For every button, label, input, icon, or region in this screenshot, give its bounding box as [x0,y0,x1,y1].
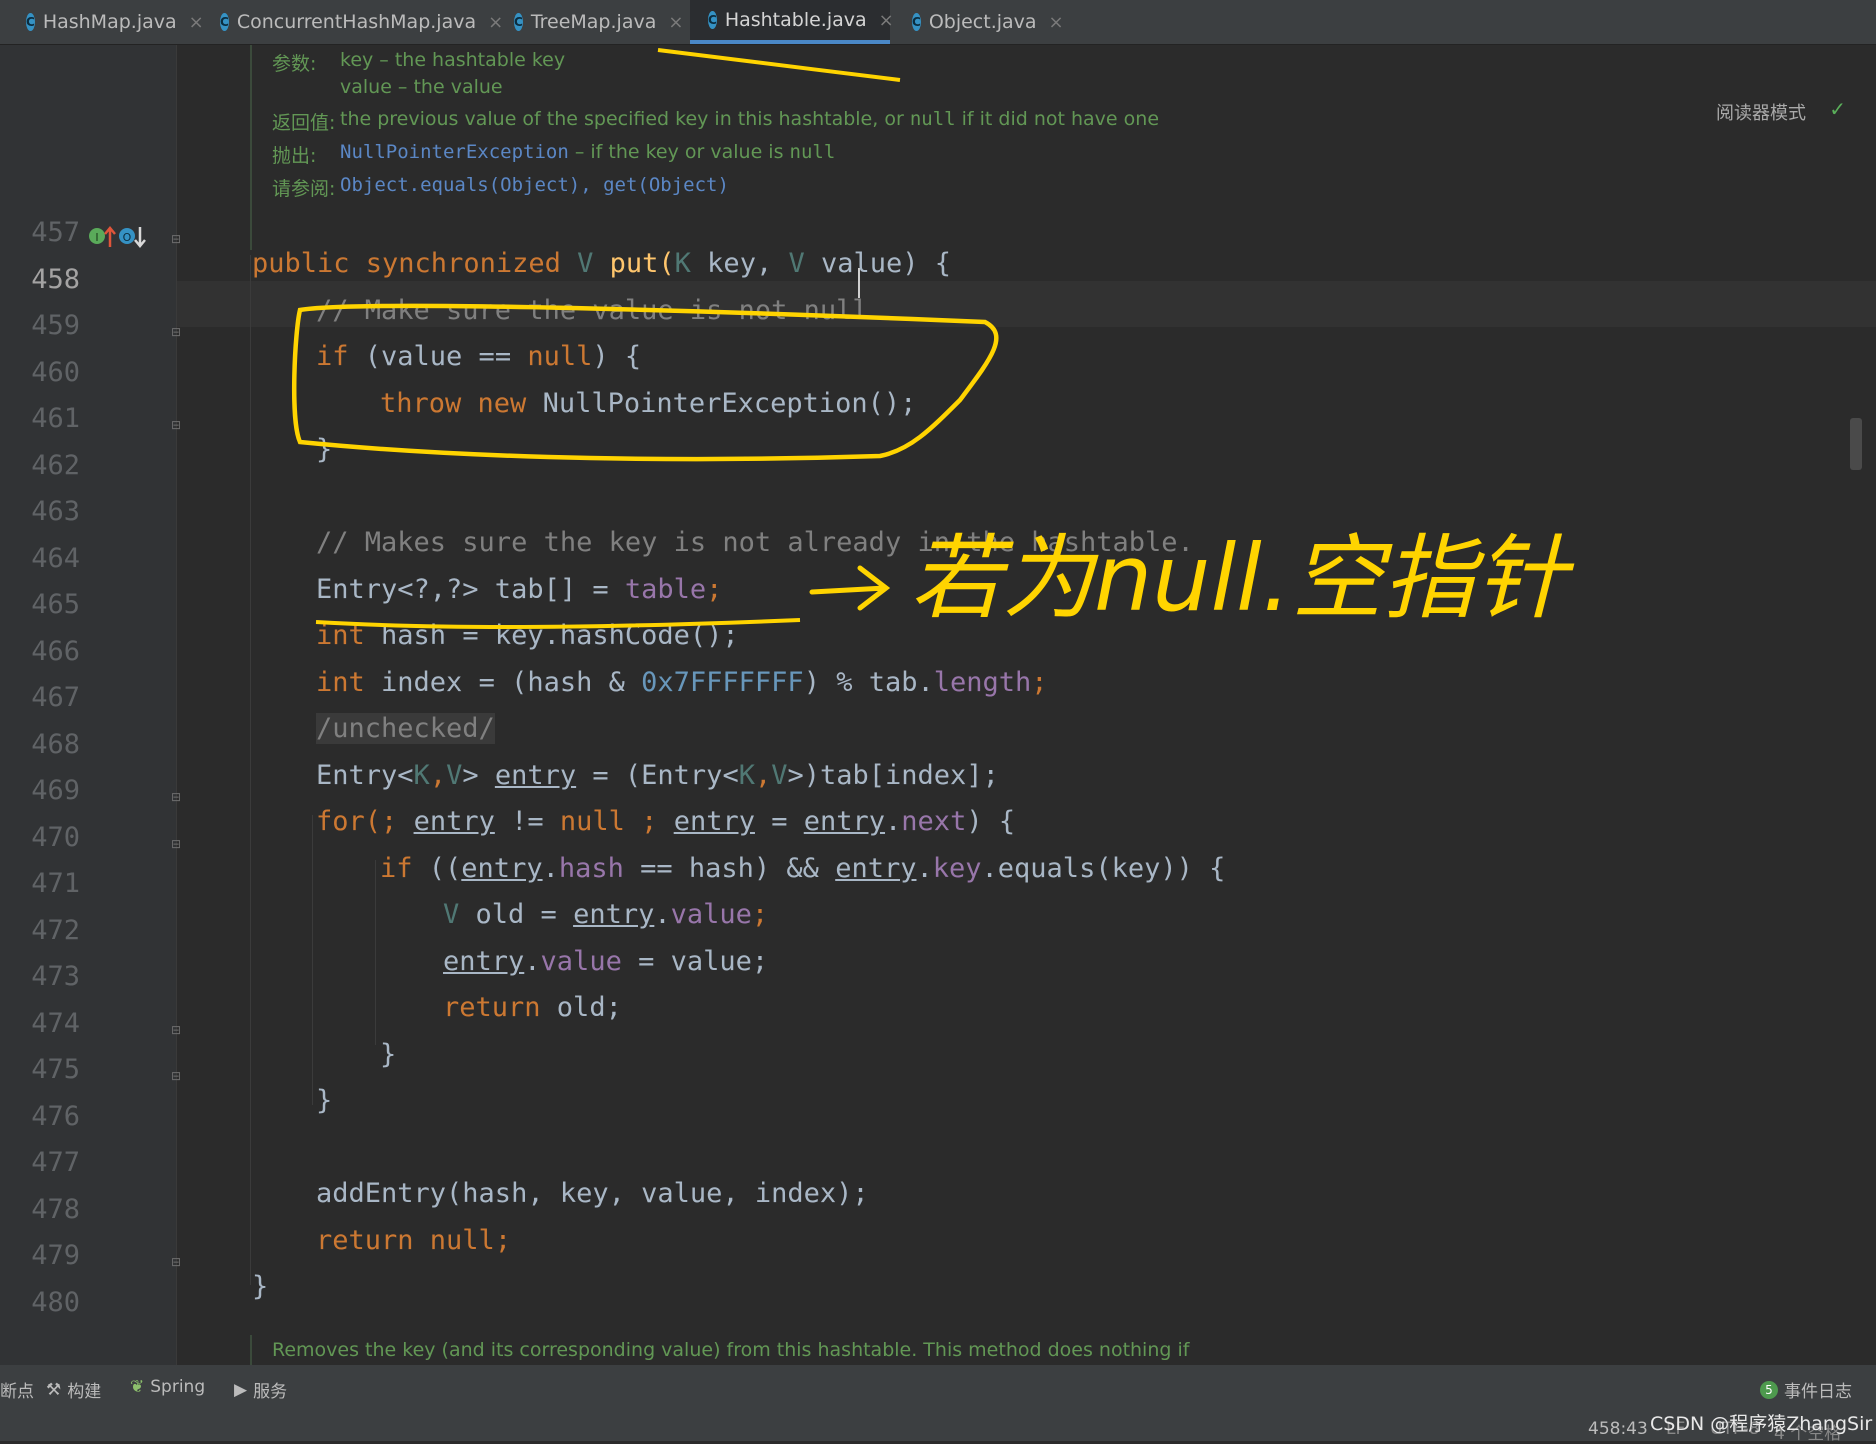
token: } [316,434,333,465]
params-label: 参数: [272,53,317,75]
returns-text: the previous value of the specified key … [340,108,1159,130]
code-line-467[interactable]: /unchecked/ [0,682,1876,744]
code-line-473[interactable]: return old; [0,961,1876,1023]
tab-label: TreeMap.java [530,11,657,33]
throws-label: 抛出: [272,145,317,167]
see-label: 请参阅: [272,178,336,200]
status-bar: 断点 ⚒ 构建 ❦ Spring ▶ 服务 5 事件日志 458:43 LF UTF-8… [0,1365,1876,1444]
hammer-icon: ⚒ [46,1379,62,1400]
class-icon: C [708,11,717,29]
code-line-469[interactable]: for(; entry != null ; entry = entry.next… [0,775,1876,837]
code-line-477[interactable]: addEntry(hash, key, value, index); [0,1147,1876,1209]
services-tool[interactable]: ▶ 服务 [234,1377,288,1403]
code-line-457[interactable]: public synchronized V put(K key, V value… [0,217,1876,279]
event-count-badge: 5 [1760,1380,1778,1399]
code-line-471[interactable]: V old = entry.value; [0,868,1876,930]
code-line-463[interactable]: // Makes sure the key is not already in … [0,496,1876,558]
close-icon[interactable]: × [879,10,894,31]
doc-bar [250,1335,252,1365]
code-editor[interactable]: 参数: key – the hashtable key value – the … [0,45,1876,1375]
code-line-474[interactable]: } [0,1008,1876,1070]
tool-label: Spring [150,1377,206,1397]
build-tool[interactable]: ⚒ 构建 [46,1377,102,1403]
throws-post: – if the key or value is [568,141,790,163]
code-line-464[interactable]: Entry<?,?> tab[] = table; [0,543,1876,605]
param-value: value – the value [340,76,503,98]
tab-treemap[interactable]: C TreeMap.java × [496,0,686,44]
tab-object[interactable]: C Object.java × [894,0,1069,44]
code-line-461[interactable]: } [0,403,1876,465]
code-line-465[interactable]: int hash = key.hashCode(); [0,589,1876,651]
throws-null: null [789,141,836,163]
rendered-javadoc-remove: Removes the key (and its corresponding v… [272,1339,1189,1361]
class-icon: C [26,13,35,31]
code-line-468[interactable]: Entry<K,V> entry = (Entry<K,V>)tab[index… [0,729,1876,791]
tab-label: Hashtable.java [724,9,867,31]
spring-leaf-icon: ❦ [130,1377,145,1397]
reader-mode-toggle[interactable]: 阅读器模式 [1716,99,1806,125]
returns-code: null [909,108,956,130]
check-icon: ✓ [1829,97,1846,121]
see-links[interactable]: Object.equals(Object), get(Object) [340,174,729,196]
close-icon[interactable]: × [668,12,683,33]
token: } [252,1271,269,1302]
doc-line: Removes the key (and its corresponding v… [272,1339,1190,1361]
editor-tab-bar: C HashMap.java × C ConcurrentHashMap.jav… [0,0,1876,45]
token: } [316,1085,333,1116]
tool-label: 服务 [253,1382,288,1402]
event-log[interactable]: 5 事件日志 [1760,1377,1852,1402]
code-line-458[interactable]: // Make sure the value is not null [0,264,1876,326]
code-line-460[interactable]: throw new NullPointerException(); [0,357,1876,419]
breakpoints-tool[interactable]: 断点 [0,1377,34,1402]
code-line-479[interactable]: } [0,1240,1876,1302]
close-icon[interactable]: × [1049,12,1064,33]
code-line-470[interactable]: if ((entry.hash == hash) && entry.key.eq… [0,822,1876,884]
tab-label: HashMap.java [42,11,177,33]
returns-post: if it did not have one [955,108,1160,130]
code-line-466[interactable]: int index = (hash & 0x7FFFFFFF) % tab.le… [0,636,1876,698]
code-line-459[interactable]: if (value == null) { [0,310,1876,372]
text-caret [858,268,860,298]
tool-label: 断点 [0,1382,34,1402]
play-icon: ▶ [234,1379,248,1400]
returns-label: 返回值: [272,112,336,134]
param-key: key – the hashtable key [340,49,566,71]
csdn-watermark: CSDN @程序猿ZhangSir [1650,1413,1873,1435]
throws-link[interactable]: NullPointerException [340,141,569,163]
tool-label: 事件日志 [1784,1382,1852,1402]
tool-label: 构建 [67,1382,102,1402]
code-line-475[interactable]: } [0,1054,1876,1116]
vertical-scrollbar[interactable] [1850,418,1862,470]
tab-label: Object.java [928,11,1037,33]
cursor-position[interactable]: 458:43 [1588,1419,1648,1439]
code-line-472[interactable]: entry.value = value; [0,915,1876,977]
tab-hashmap[interactable]: C HashMap.java × [8,0,204,44]
throws-text: NullPointerException – if the key or val… [340,141,835,163]
spring-tool[interactable]: ❦ Spring [130,1377,205,1397]
class-icon: C [220,13,229,31]
tab-concurrenthashmap[interactable]: C ConcurrentHashMap.java × [202,0,503,44]
tab-label: ConcurrentHashMap.java [236,11,477,33]
code-line-478[interactable]: return null; [0,1194,1876,1256]
returns-pre: the previous value of the specified key … [340,108,910,130]
tab-hashtable[interactable]: C Hashtable.java × [690,0,894,44]
class-icon: C [912,13,921,31]
class-icon: C [514,13,523,31]
